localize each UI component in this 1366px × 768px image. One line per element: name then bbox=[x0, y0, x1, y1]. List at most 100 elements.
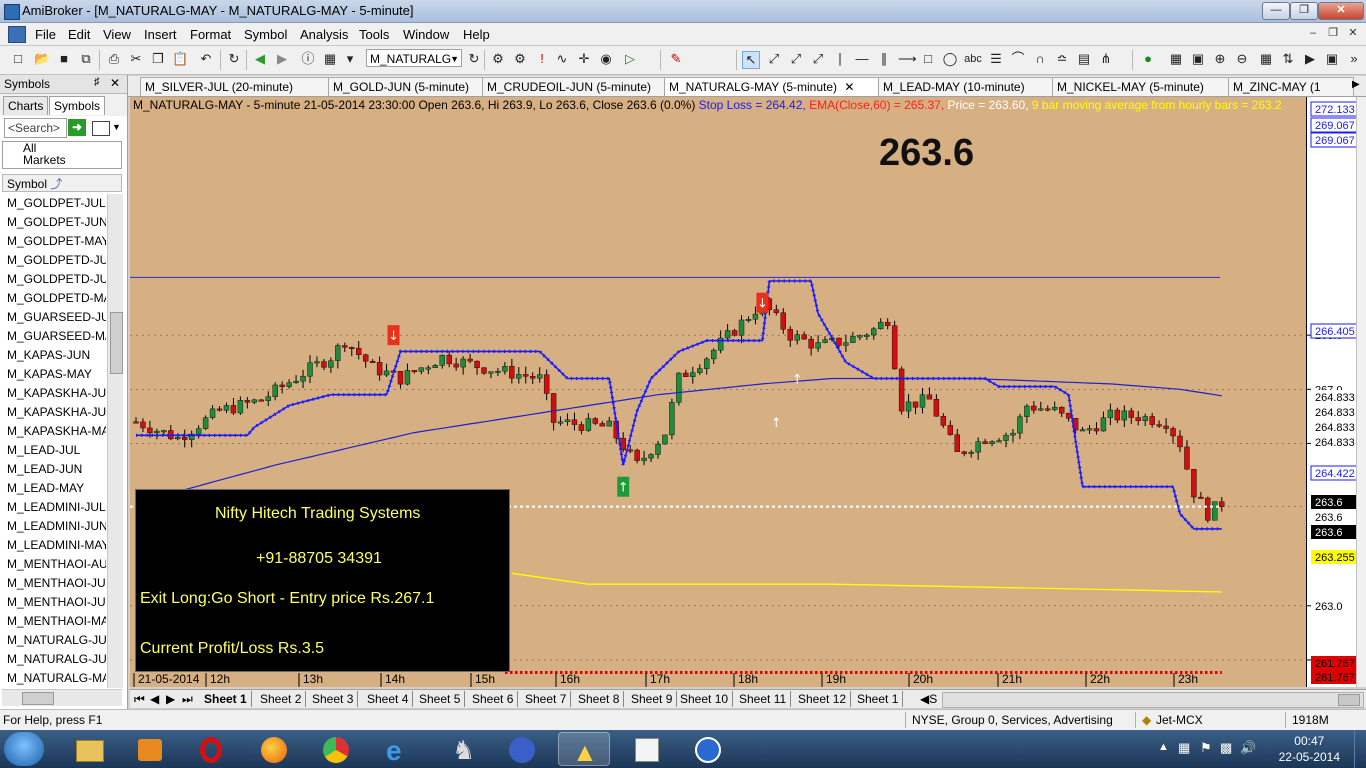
window-tile-icon[interactable]: ▣ bbox=[1190, 51, 1206, 67]
chart-style-icon[interactable]: ▾ bbox=[342, 51, 358, 67]
fibonacci-icon[interactable]: ☰ bbox=[988, 51, 1004, 67]
text-icon[interactable]: abc bbox=[962, 51, 984, 67]
tray-network-icon[interactable]: ▦ bbox=[1178, 740, 1190, 756]
symbol-list-item[interactable]: M_KAPAS-MAY bbox=[2, 365, 106, 384]
symbol-list-item[interactable]: M_GOLDPETD-MA bbox=[2, 289, 106, 308]
notepad-taskbar-icon[interactable] bbox=[620, 732, 672, 766]
minimize-button[interactable]: — bbox=[1262, 2, 1290, 20]
draw-color-icon[interactable]: ✎ bbox=[668, 51, 684, 67]
undo-icon[interactable]: ↶ bbox=[198, 51, 214, 67]
opera-icon[interactable] bbox=[186, 732, 238, 766]
menu-view[interactable]: View bbox=[103, 27, 131, 42]
symbol-list-item[interactable]: M_NATURALG-JUN bbox=[2, 650, 106, 669]
sheet-tab[interactable]: Sheet 12 bbox=[796, 691, 852, 707]
layout-icon[interactable]: ▦ bbox=[322, 51, 338, 67]
vertical-line-icon[interactable]: ∣ bbox=[832, 51, 848, 67]
tab-gold-jun[interactable]: M_GOLD-JUN (5-minute) bbox=[328, 77, 484, 96]
tab-naturalg-may[interactable]: M_NATURALG-MAY (5-minute) ✕ bbox=[664, 77, 880, 96]
symbol-list-scrollbar[interactable] bbox=[107, 194, 123, 688]
chart-vscrollbar[interactable] bbox=[1356, 97, 1366, 687]
sheet-tab[interactable]: Sheet 7 bbox=[523, 691, 572, 707]
symbol-list-item[interactable]: M_GOLDPET-MAY bbox=[2, 232, 106, 251]
new-icon[interactable]: □ bbox=[10, 51, 26, 67]
symbol-selector[interactable]: M_NATURALG ▼ bbox=[366, 49, 462, 67]
tab-lead-may[interactable]: M_LEAD-MAY (10-minute) bbox=[878, 77, 1054, 96]
tab-crudeoil-jun[interactable]: M_CRUDEOIL-JUN (5-minute) bbox=[482, 77, 666, 96]
tab-zinc-may[interactable]: M_ZINC-MAY (1 bbox=[1228, 77, 1354, 96]
arrow-icon[interactable]: ⟶ bbox=[898, 51, 917, 67]
trendline-icon[interactable]: ⤢ bbox=[766, 51, 782, 67]
symbol-list-item[interactable]: M_LEADMINI-MAY bbox=[2, 536, 106, 555]
taskbar-clock[interactable]: 00:47 22-05-2014 bbox=[1279, 733, 1340, 765]
amibroker-taskbar-icon[interactable]: ▲ bbox=[558, 732, 610, 767]
close-button[interactable]: ✕ bbox=[1318, 2, 1364, 20]
tab-close-icon[interactable]: ✕ bbox=[844, 80, 854, 94]
symbol-list-item[interactable]: M_GOLDPETD-JUN bbox=[2, 270, 106, 289]
cycle-icon[interactable]: ↻ bbox=[466, 51, 482, 67]
last-sheet-icon[interactable]: ⏭ bbox=[182, 691, 193, 707]
menu-insert[interactable]: Insert bbox=[144, 27, 177, 42]
sheet-tab[interactable]: Sheet 5 bbox=[417, 691, 466, 707]
category-tree[interactable]: All Markets bbox=[2, 141, 122, 169]
symbol-list-item[interactable]: M_MENTHAOI-AU bbox=[2, 555, 106, 574]
rectangle-icon[interactable]: □ bbox=[920, 51, 936, 67]
menu-edit[interactable]: Edit bbox=[68, 27, 90, 42]
arc-icon[interactable]: ⌒ bbox=[1010, 51, 1026, 67]
menu-help[interactable]: Help bbox=[463, 27, 490, 42]
symbol-list-item[interactable]: M_GOLDPET-JUL bbox=[2, 194, 106, 213]
mdi-close-icon[interactable]: ✕ bbox=[1346, 26, 1360, 40]
sheet-tab[interactable]: Sheet 1 bbox=[855, 691, 904, 707]
ellipse-icon[interactable]: ◯ bbox=[942, 51, 958, 67]
sheet-tab[interactable]: Sheet 8 bbox=[576, 691, 625, 707]
ray-icon[interactable]: ⤢ bbox=[788, 51, 804, 67]
mdi-minimize-icon[interactable]: – bbox=[1306, 26, 1320, 40]
chart-hscrollbar[interactable] bbox=[942, 692, 1364, 708]
chart-params-icon[interactable]: ∿ bbox=[554, 51, 570, 67]
symbol-list-item[interactable]: M_NATURALG-JUL bbox=[2, 631, 106, 650]
symbol-list-item[interactable]: M_MENTHAOI-JUN bbox=[2, 593, 106, 612]
symbol-list-item[interactable]: M_LEADMINI-JUL bbox=[2, 498, 106, 517]
cycles-icon[interactable]: ∩ bbox=[1032, 51, 1048, 67]
sheet-tab[interactable]: Sheet 10 bbox=[678, 691, 734, 707]
symbol-list-item[interactable]: M_LEADMINI-JUN bbox=[2, 517, 106, 536]
prev-sheet-icon[interactable]: ◀ bbox=[150, 691, 159, 707]
list-view-icon[interactable] bbox=[92, 121, 110, 136]
quote-editor-icon[interactable]: ▣ bbox=[1324, 51, 1340, 67]
tray-expand-icon[interactable]: ▲ bbox=[1158, 741, 1169, 753]
tab-nickel-may[interactable]: M_NICKEL-MAY (5-minute) bbox=[1052, 77, 1230, 96]
gann-icon[interactable]: ≏ bbox=[1054, 51, 1070, 67]
menu-tools[interactable]: Tools bbox=[359, 27, 389, 42]
alert-icon[interactable]: ! bbox=[534, 51, 550, 67]
chart-grid-icon[interactable]: ▦ bbox=[1258, 51, 1274, 67]
app-taskbar-icon[interactable] bbox=[682, 732, 734, 766]
symbol-list-item[interactable]: M_LEAD-JUL bbox=[2, 441, 106, 460]
sheet-tab[interactable]: Sheet 11 bbox=[737, 691, 792, 707]
symbol-list-item[interactable]: M_KAPASKHA-JUN bbox=[2, 403, 106, 422]
symbol-list-item[interactable]: M_GUARSEED-JUN bbox=[2, 308, 106, 327]
back-icon[interactable]: ◀ bbox=[252, 51, 268, 67]
sheet-tab[interactable]: Sheet 2 bbox=[258, 691, 307, 707]
menu-file[interactable]: File bbox=[35, 27, 56, 42]
refresh-icon[interactable]: ↻ bbox=[226, 51, 242, 67]
optimize-icon[interactable]: ▷ bbox=[622, 51, 638, 67]
sheet-scroll-icon[interactable]: ◀S bbox=[920, 691, 937, 707]
internet-explorer-icon[interactable]: e bbox=[372, 732, 424, 766]
horizontal-line-icon[interactable]: — bbox=[854, 51, 870, 67]
next-sheet-icon[interactable]: ▶ bbox=[166, 691, 175, 707]
menu-symbol[interactable]: Symbol bbox=[244, 27, 287, 42]
tabs-scroll-right-icon[interactable]: ▶ bbox=[1352, 79, 1360, 90]
maximize-button[interactable]: ❐ bbox=[1290, 2, 1318, 20]
tab-silver-jul[interactable]: M_SILVER-JUL (20-minute) bbox=[140, 77, 330, 96]
save-icon[interactable]: ■ bbox=[56, 51, 72, 67]
search-go-icon[interactable]: ➜ bbox=[68, 119, 86, 136]
symbol-list-item[interactable]: M_GOLDPETD-JUL bbox=[2, 251, 106, 270]
explorer-icon[interactable] bbox=[62, 732, 114, 766]
symbol-list-item[interactable]: M_LEAD-MAY bbox=[2, 479, 106, 498]
media-player-icon[interactable] bbox=[124, 732, 176, 766]
tray-volume-icon[interactable]: 🔊 bbox=[1240, 740, 1256, 756]
zoom-out-icon[interactable]: ⊖ bbox=[1234, 51, 1250, 67]
print-icon[interactable]: ⎙ bbox=[106, 51, 122, 67]
paste-icon[interactable]: 📋 bbox=[172, 51, 188, 67]
category-markets[interactable]: Markets bbox=[3, 154, 121, 166]
sheet-tab[interactable]: Sheet 6 bbox=[470, 691, 519, 707]
